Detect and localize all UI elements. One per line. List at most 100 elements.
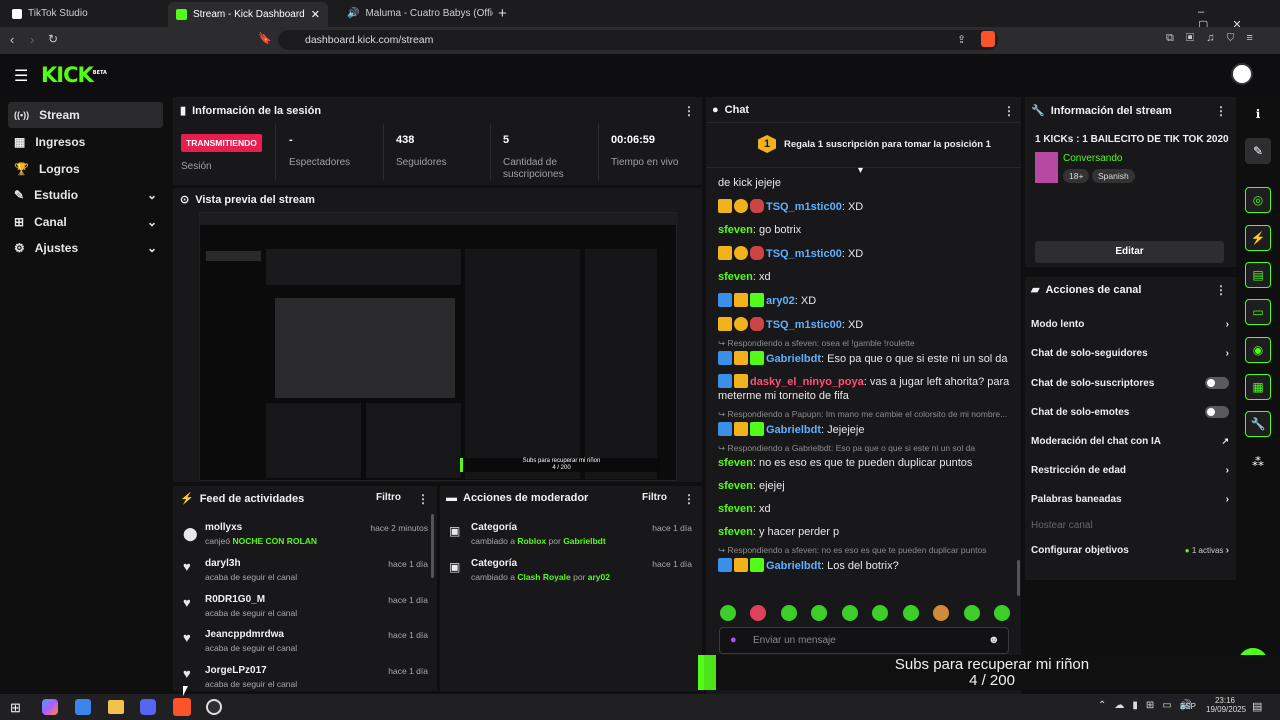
mod-filter-button[interactable]: Filtro — [642, 492, 667, 503]
layout-rail-icon[interactable]: ▦ — [1245, 374, 1271, 400]
info-rail-icon[interactable]: ℹ — [1245, 101, 1271, 127]
broadcast-rail-icon[interactable]: ◉ — [1245, 337, 1271, 363]
chat-username[interactable]: sfeven — [718, 271, 753, 283]
notification-icon[interactable]: ▤ — [1252, 700, 1262, 713]
new-tab-icon[interactable]: + — [498, 5, 507, 22]
emote-icon[interactable] — [963, 605, 980, 621]
channel-actions-menu-icon[interactable]: ⋮ — [1215, 283, 1227, 297]
feed-menu-icon[interactable]: ⋮ — [417, 492, 429, 506]
clock[interactable]: 23:16 19/09/2025 — [1206, 696, 1246, 714]
discord-icon[interactable] — [140, 699, 156, 715]
preview-title: ⊙ Vista previa del stream — [180, 193, 315, 207]
emote-icon[interactable] — [720, 605, 736, 621]
stream-info-menu-icon[interactable]: ⋮ — [1215, 104, 1227, 118]
browser-extension-icons[interactable]: ⧉▣♫⛉≡ — [1166, 32, 1265, 45]
brave-shield-icon[interactable] — [981, 31, 995, 47]
sidebar-item-logros[interactable]: 🏆 Logros — [8, 156, 163, 182]
action-ai-moderation[interactable]: Moderación del chat con IA ↗ — [1031, 432, 1229, 450]
brave-taskbar-icon[interactable] — [173, 698, 191, 716]
pause-scroll-icon[interactable]: ▾ — [858, 165, 863, 176]
action-slow-mode[interactable]: Modo lento › — [1031, 315, 1229, 333]
chat-username[interactable]: TSQ_m1stic00 — [766, 248, 842, 260]
avatar[interactable] — [1231, 63, 1253, 85]
action-followers-only[interactable]: Chat de solo-seguidores › — [1031, 344, 1229, 362]
menu-icon[interactable]: ☰ — [14, 66, 28, 86]
copilot-icon[interactable] — [42, 699, 58, 715]
emote-icon[interactable] — [750, 605, 767, 621]
sidebar-item-ingresos[interactable]: ▦ Ingresos — [8, 129, 163, 155]
obs-icon[interactable] — [206, 699, 222, 715]
emote-icon[interactable] — [780, 605, 797, 621]
tab-tiktok-studio[interactable]: TikTok Studio — [4, 0, 164, 27]
address-bar[interactable]: dashboard.kick.com/stream — [278, 30, 998, 50]
action-age-restriction[interactable]: Restricción de edad › — [1031, 461, 1229, 479]
chat-username[interactable]: Gabrielbdt — [766, 424, 821, 436]
emotes-only-toggle[interactable] — [1205, 406, 1229, 418]
chat-username[interactable]: dasky_el_ninyo_poya — [750, 376, 864, 388]
stream-preview-video[interactable]: Subs para recuperar mi riñon 4 / 200 — [199, 212, 678, 481]
mod-menu-icon[interactable]: ⋮ — [683, 492, 695, 506]
chat-rail-icon[interactable]: ▭ — [1245, 299, 1271, 325]
chat-input[interactable]: ● Enviar un mensaje ☻ — [719, 627, 1009, 654]
tab-kick-dashboard[interactable]: Stream - Kick Dashboard ✕ — [168, 2, 328, 27]
sidebar-item-estudio[interactable]: ✎ Estudio ⌄ — [8, 182, 163, 208]
target-rail-icon[interactable]: ◎ — [1245, 187, 1271, 213]
action-goals[interactable]: Configurar objetivos ● 1 activas › — [1031, 541, 1229, 559]
reply-context[interactable]: ↪ Respondiendo a sfeven: no es eso es qu… — [718, 545, 1010, 556]
reply-context[interactable]: ↪ Respondiendo a sfeven: osea el !gamble… — [718, 338, 1010, 349]
chat-username[interactable]: sfeven — [718, 457, 753, 469]
chat-username[interactable]: TSQ_m1stic00 — [766, 319, 842, 331]
windows-start-icon[interactable]: ⊞ — [10, 700, 21, 716]
sidebar-item-ajustes[interactable]: ⚙ Ajustes ⌄ — [8, 235, 163, 261]
reload-icon[interactable]: ↻ — [48, 32, 58, 46]
chat-username[interactable]: sfeven — [718, 224, 753, 236]
document-rail-icon[interactable]: ▤ — [1245, 262, 1271, 288]
close-icon[interactable]: ✕ — [311, 8, 320, 21]
bookmark-icon[interactable]: 🔖 — [258, 32, 272, 45]
store-icon[interactable] — [75, 699, 91, 715]
keyboard-language[interactable]: ESP — [1180, 702, 1196, 711]
emoji-icon[interactable]: ☻ — [988, 634, 1000, 646]
action-subs-only[interactable]: Chat de solo-suscriptores — [1031, 374, 1229, 392]
chat-username[interactable]: sfeven — [718, 526, 753, 538]
chat-username[interactable]: TSQ_m1stic00 — [766, 201, 842, 213]
chat-scrollbar[interactable] — [1017, 560, 1020, 596]
forward-icon[interactable]: › — [30, 32, 34, 47]
kick-logo[interactable]: KICKBETA — [41, 63, 107, 87]
feed-scrollbar[interactable] — [431, 514, 434, 578]
category-name[interactable]: Conversando — [1063, 153, 1122, 164]
reply-context[interactable]: ↪ Respondiendo a Papupn: Im mano me camb… — [718, 409, 1010, 420]
chat-username[interactable]: Gabrielbdt — [766, 353, 821, 365]
emote-icon[interactable] — [872, 605, 889, 621]
emote-icon[interactable] — [993, 605, 1010, 621]
subs-only-toggle[interactable] — [1205, 377, 1229, 389]
bolt-rail-icon[interactable]: ⚡ — [1245, 225, 1271, 251]
emote-icon[interactable] — [811, 605, 828, 621]
mod-action-user[interactable]: ary02 — [588, 572, 610, 582]
sidebar-item-canal[interactable]: ⊞ Canal ⌄ — [8, 209, 163, 235]
chat-username[interactable]: ary02 — [766, 295, 795, 307]
tab-youtube[interactable]: 🔊 Maluma - Cuatro Babys (Official V — [333, 0, 493, 27]
apps-rail-icon[interactable]: ⁂ — [1245, 449, 1271, 475]
chat-menu-icon[interactable]: ⋮ — [1003, 104, 1015, 118]
emote-icon[interactable] — [841, 605, 858, 621]
file-explorer-icon[interactable] — [108, 700, 124, 714]
feed-filter-button[interactable]: Filtro — [376, 492, 401, 503]
wrench-rail-icon[interactable]: 🔧 — [1245, 411, 1271, 437]
microphone-icon[interactable]: ● — [730, 634, 737, 646]
sidebar-item-stream[interactable]: ((•)) Stream — [8, 102, 163, 128]
share-icon[interactable]: ⇪ — [957, 33, 966, 46]
action-banned-words[interactable]: Palabras baneadas › — [1031, 490, 1229, 508]
emote-icon[interactable] — [902, 605, 919, 621]
mod-action-user[interactable]: Gabrielbdt — [563, 536, 606, 546]
reply-context[interactable]: ↪ Respondiendo a Gabrielbdt: Eso pa que … — [718, 443, 1010, 454]
edit-button[interactable]: Editar — [1035, 241, 1224, 263]
action-emotes-only[interactable]: Chat de solo-emotes — [1031, 403, 1229, 421]
chat-username[interactable]: Gabrielbdt — [766, 560, 821, 572]
emote-icon[interactable] — [933, 605, 950, 621]
chat-username[interactable]: sfeven — [718, 503, 753, 515]
back-icon[interactable]: ‹ — [10, 32, 14, 47]
session-menu-icon[interactable]: ⋮ — [683, 104, 695, 118]
edit-rail-icon[interactable]: ✎ — [1245, 138, 1271, 164]
chat-username[interactable]: sfeven — [718, 480, 753, 492]
